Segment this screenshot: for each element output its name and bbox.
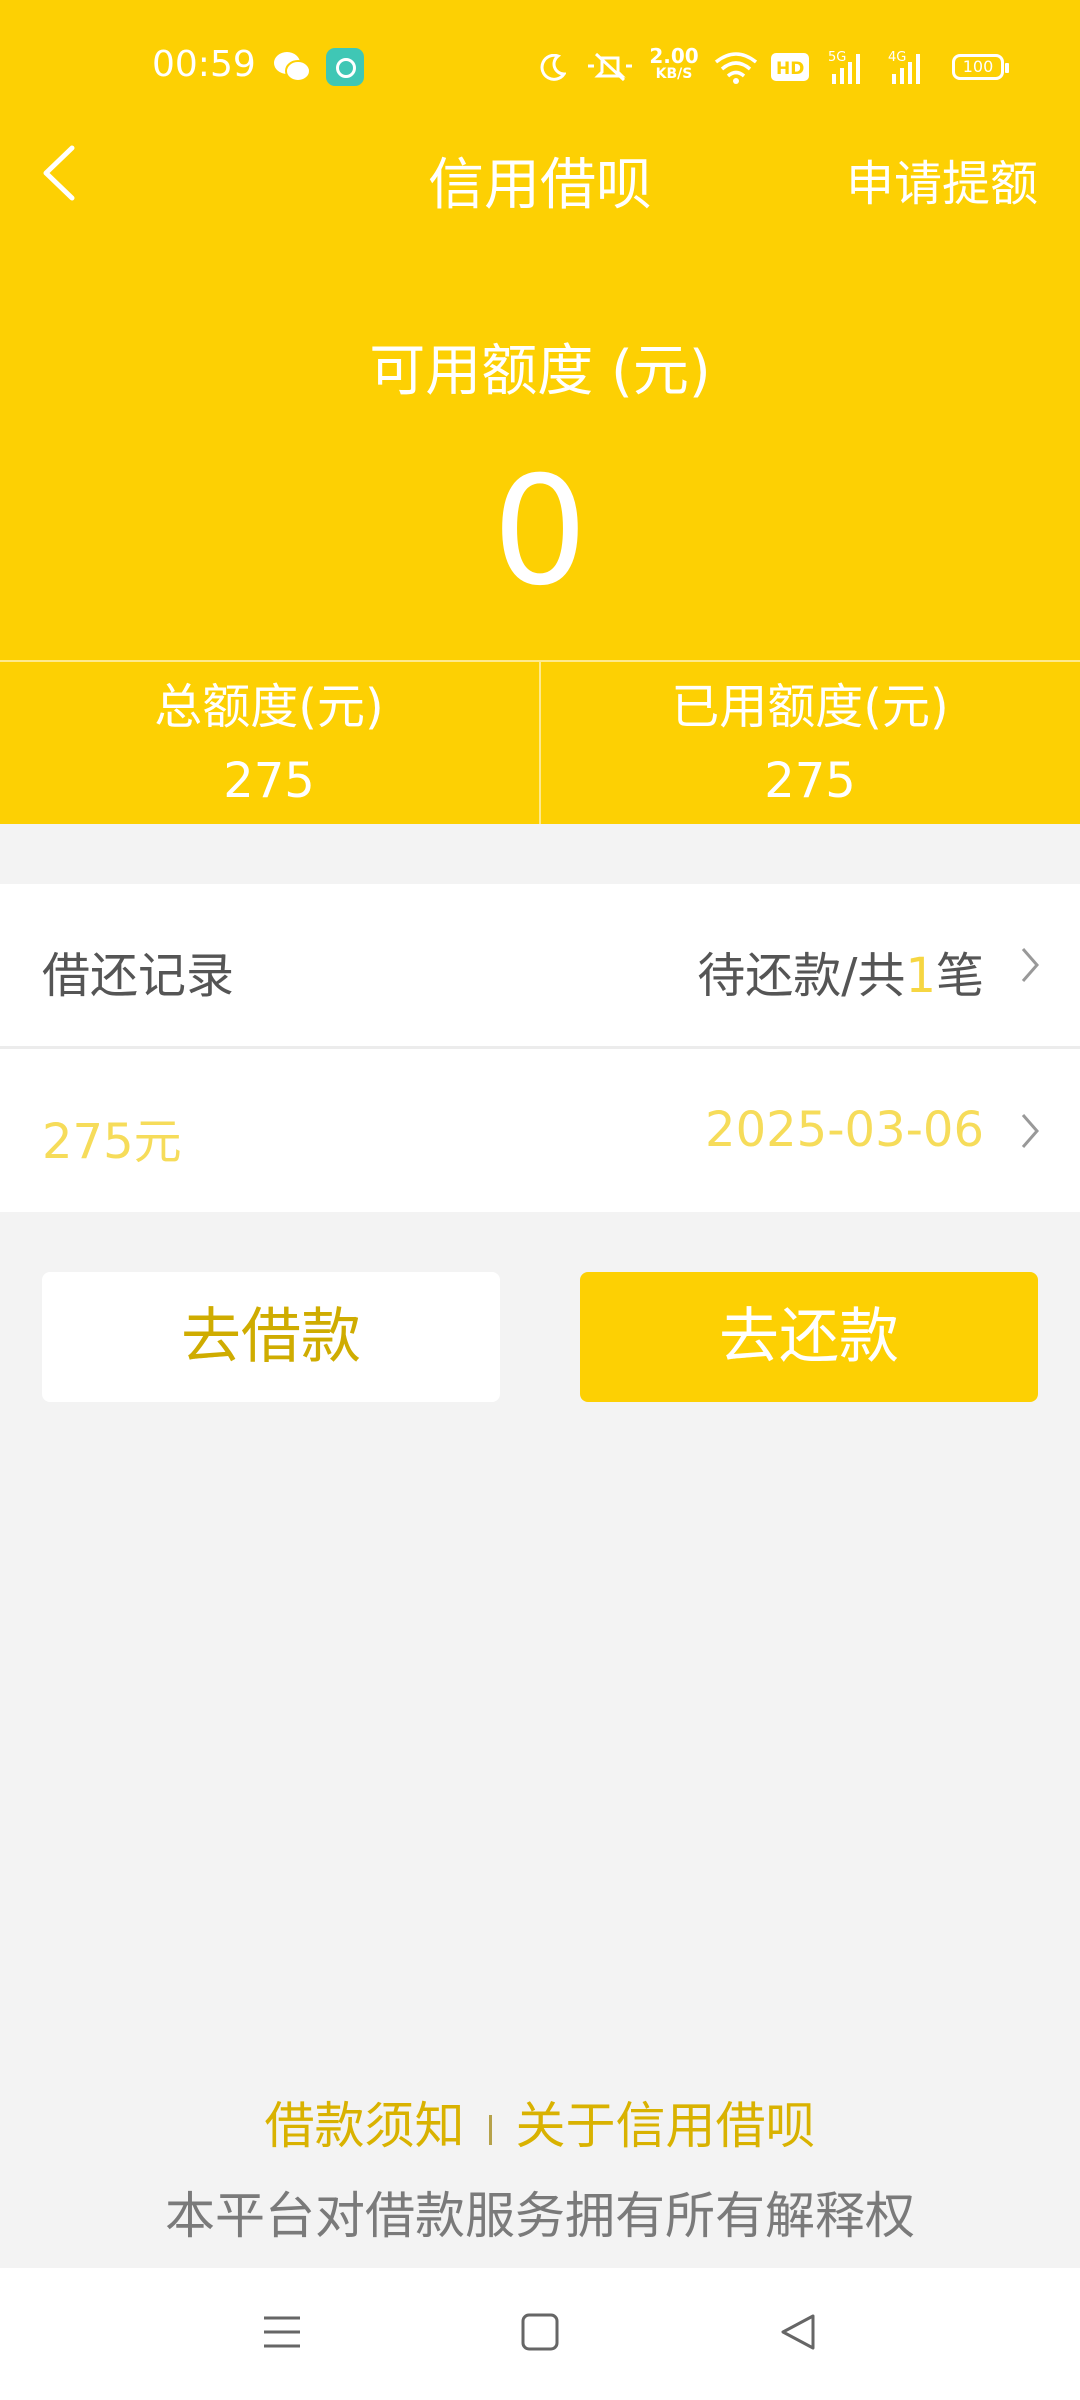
net-speed: 2.00 KB/S: [649, 44, 699, 82]
available-limit-label: 可用额度 (元): [369, 339, 711, 404]
header: 00:59 2.00 KB/S HD 5G 4G 100 信用借呗 申请提额 可…: [0, 0, 1080, 824]
chevron-right-icon: [1021, 948, 1039, 982]
link-separator: [488, 2114, 492, 2145]
4g-signal-icon: 4G: [888, 50, 920, 84]
disclaimer-text: 本平台对借款服务拥有所有解释权: [165, 2187, 915, 2245]
mute-icon: [588, 52, 632, 82]
wifi-icon: [714, 52, 758, 84]
app-badge-icon: [326, 48, 364, 86]
pending-count: 1: [905, 948, 936, 1004]
loan-notice-link[interactable]: 借款须知: [265, 2097, 465, 2155]
wechat-icon: [274, 52, 311, 82]
battery-icon: 100: [952, 54, 1009, 80]
svg-text:HD: HD: [776, 59, 804, 79]
status-bar: 00:59 2.00 KB/S HD 5G 4G 100: [0, 0, 1080, 136]
available-limit-value: 0: [492, 445, 588, 619]
about-link[interactable]: 关于信用借呗: [516, 2097, 816, 2155]
loan-item-row[interactable]: 275元 2025-03-06: [0, 1050, 1080, 1212]
used-limit-value: 275: [764, 753, 856, 809]
used-limit-stat: 已用额度(元) 275: [541, 676, 1079, 812]
row-divider: [0, 1046, 1080, 1049]
loan-amount: 275元: [42, 1114, 182, 1170]
record-panel: 借还记录 待还款/共1笔 275元 2025-03-06: [0, 884, 1080, 1212]
loan-records-title: 借还记录: [42, 948, 235, 1004]
5g-signal-icon: 5G: [828, 50, 860, 84]
status-time: 00:59: [152, 44, 256, 85]
footer-links: 借款须知 关于信用借呗: [0, 2086, 1080, 2158]
hd-icon: HD: [771, 53, 809, 81]
system-nav-bar: [0, 2268, 1080, 2400]
repayment-status: 待还款/共1笔: [697, 948, 984, 1004]
chevron-right-icon: [1021, 1114, 1039, 1148]
home-icon[interactable]: [520, 2312, 560, 2352]
svg-text:4G: 4G: [888, 50, 906, 65]
used-limit-label: 已用额度(元): [671, 679, 949, 735]
back-nav-icon[interactable]: [778, 2312, 818, 2352]
loan-records-row[interactable]: 借还记录 待还款/共1笔: [0, 884, 1080, 1046]
repay-button[interactable]: 去还款: [580, 1272, 1038, 1402]
total-limit-value: 275: [223, 753, 315, 809]
svg-text:5G: 5G: [828, 50, 846, 65]
menu-icon[interactable]: [262, 2312, 302, 2352]
loan-date: 2025-03-06: [705, 1102, 984, 1158]
moon-icon: [540, 54, 566, 81]
total-limit-stat: 总额度(元) 275: [0, 676, 538, 812]
apply-limit-button[interactable]: 申请提额: [846, 144, 1038, 214]
borrow-button[interactable]: 去借款: [42, 1272, 500, 1402]
total-limit-label: 总额度(元): [154, 679, 384, 735]
